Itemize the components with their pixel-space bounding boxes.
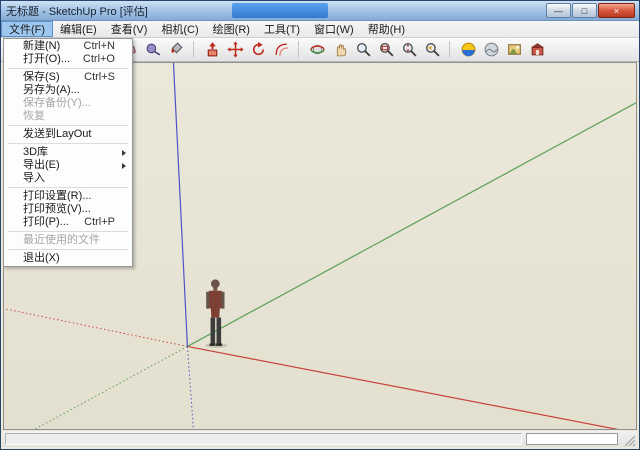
toolbar-separator	[298, 41, 305, 58]
sketchup-window: 无标题 - SketchUp Pro [评估] — □ × 文件(F) 编辑(E…	[0, 0, 640, 450]
menu-item-import[interactable]: 导入	[5, 172, 131, 185]
zoom-tool-button[interactable]	[353, 39, 376, 60]
paint-bucket-tool-button[interactable]	[166, 39, 189, 60]
push-pull-tool-button[interactable]	[202, 39, 225, 60]
maximize-button[interactable]: □	[572, 3, 597, 18]
toolbar-separator	[193, 41, 200, 58]
menu-item-print[interactable]: 打印(P)...Ctrl+P	[5, 216, 131, 229]
resize-grip[interactable]	[622, 433, 635, 446]
menu-item-save-as[interactable]: 另存为(A)...	[5, 84, 131, 97]
statusbar	[3, 431, 637, 447]
previous-view-tool-button[interactable]	[422, 39, 445, 60]
tape-measure-tool-button[interactable]	[143, 39, 166, 60]
menu-separator	[8, 187, 128, 188]
menu-draw[interactable]: 绘图(R)	[206, 21, 257, 37]
get-models-icon	[529, 41, 546, 58]
menu-item-revert: 恢复	[5, 110, 131, 123]
move-tool-icon	[227, 41, 244, 58]
submenu-arrow-icon	[122, 163, 126, 169]
menu-item-print-setup[interactable]: 打印设置(R)...	[5, 190, 131, 203]
window-title: 无标题 - SketchUp Pro [评估]	[6, 3, 148, 19]
photo-textures-icon	[506, 41, 523, 58]
add-location-button[interactable]	[458, 39, 481, 60]
menu-item-save-backup: 保存备份(Y)...	[5, 97, 131, 110]
window-controls: — □ ×	[546, 3, 635, 18]
menu-item-3d-warehouse[interactable]: 3D库	[5, 146, 131, 159]
toggle-terrain-button[interactable]	[481, 39, 504, 60]
paint-bucket-tool-icon	[168, 41, 185, 58]
menu-separator	[8, 249, 128, 250]
menu-item-open[interactable]: 打开(O)...Ctrl+O	[5, 53, 131, 66]
person-figure[interactable]	[205, 279, 227, 348]
zoom-window-tool-icon	[378, 41, 395, 58]
menu-item-send-to-layout[interactable]: 发送到LayOut	[5, 128, 131, 141]
close-button[interactable]: ×	[598, 3, 635, 18]
menu-tools[interactable]: 工具(T)	[257, 21, 307, 37]
toolbar-separator	[449, 41, 456, 58]
menu-item-recent-files: 最近使用的文件	[5, 234, 131, 247]
submenu-arrow-icon	[122, 150, 126, 156]
measurement-input[interactable]	[526, 433, 618, 445]
red-axis	[187, 346, 636, 429]
photo-textures-button[interactable]	[504, 39, 527, 60]
zoom-window-tool-button[interactable]	[376, 39, 399, 60]
add-location-icon	[460, 41, 477, 58]
minimize-button[interactable]: —	[546, 3, 571, 18]
rotate-tool-button[interactable]	[248, 39, 271, 60]
pan-tool-button[interactable]	[330, 39, 353, 60]
orbit-tool-icon	[309, 41, 326, 58]
green-axis	[187, 103, 636, 347]
titlebar[interactable]: 无标题 - SketchUp Pro [评估] — □ ×	[1, 1, 639, 21]
menu-item-export[interactable]: 导出(E)	[5, 159, 131, 172]
zoom-tool-icon	[355, 41, 372, 58]
menu-item-new[interactable]: 新建(N)Ctrl+N	[5, 40, 131, 53]
menu-camera[interactable]: 相机(C)	[154, 21, 205, 37]
menu-item-save[interactable]: 保存(S)Ctrl+S	[5, 71, 131, 84]
rotate-tool-icon	[250, 41, 267, 58]
pan-tool-icon	[332, 41, 349, 58]
get-models-button[interactable]	[527, 39, 550, 60]
zoom-extents-tool-button[interactable]	[399, 39, 422, 60]
menu-separator	[8, 68, 128, 69]
blue-axis-negative	[187, 346, 193, 429]
orbit-tool-button[interactable]	[307, 39, 330, 60]
file-menu-dropdown: 新建(N)Ctrl+N 打开(O)...Ctrl+O 保存(S)Ctrl+S 另…	[3, 38, 133, 267]
menu-item-exit[interactable]: 退出(X)	[5, 252, 131, 265]
menu-item-print-preview[interactable]: 打印预览(V)...	[5, 203, 131, 216]
menu-window[interactable]: 窗口(W)	[307, 21, 361, 37]
toggle-terrain-icon	[483, 41, 500, 58]
menubar: 文件(F) 编辑(E) 查看(V) 相机(C) 绘图(R) 工具(T) 窗口(W…	[1, 21, 639, 38]
status-help-area	[5, 433, 522, 445]
offset-tool-button[interactable]	[271, 39, 294, 60]
green-axis-negative	[4, 346, 187, 429]
menu-edit[interactable]: 编辑(E)	[53, 21, 104, 37]
previous-view-tool-icon	[424, 41, 441, 58]
menu-view[interactable]: 查看(V)	[104, 21, 155, 37]
menu-separator	[8, 231, 128, 232]
menu-separator	[8, 143, 128, 144]
push-pull-tool-icon	[204, 41, 221, 58]
move-tool-button[interactable]	[225, 39, 248, 60]
tape-measure-tool-icon	[145, 41, 162, 58]
titlebar-overlay-badge	[232, 3, 328, 18]
blue-axis	[173, 63, 187, 346]
zoom-extents-tool-icon	[401, 41, 418, 58]
red-axis-negative	[4, 309, 187, 347]
offset-tool-icon	[273, 41, 290, 58]
menu-separator	[8, 125, 128, 126]
menu-help[interactable]: 帮助(H)	[361, 21, 412, 37]
menu-file[interactable]: 文件(F)	[1, 21, 53, 37]
